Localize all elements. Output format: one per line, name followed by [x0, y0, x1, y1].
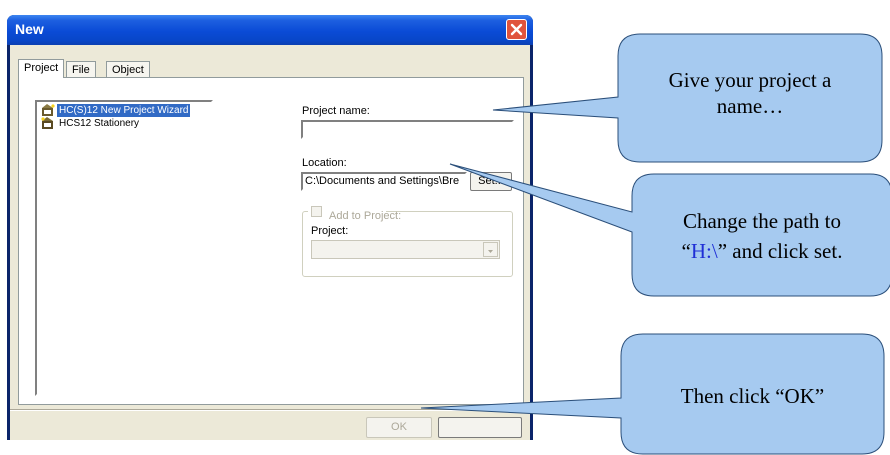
- tab-project[interactable]: Project: [18, 59, 65, 78]
- callout-name-text: Give your project a name…: [618, 67, 882, 119]
- callout-name-line2: name…: [716, 94, 784, 118]
- callout-path-close: ” and click set.: [717, 239, 843, 263]
- callout-ok-text: Then click “OK”: [680, 384, 825, 408]
- callout-path-open: “: [681, 239, 691, 263]
- callout-name-line1: Give your project a: [668, 68, 832, 92]
- callout-path-line1: Change the path to: [682, 209, 842, 233]
- callout-path-value: H:\: [690, 239, 718, 263]
- callout-path-text: Change the path to “H:\” and click set.: [632, 206, 890, 266]
